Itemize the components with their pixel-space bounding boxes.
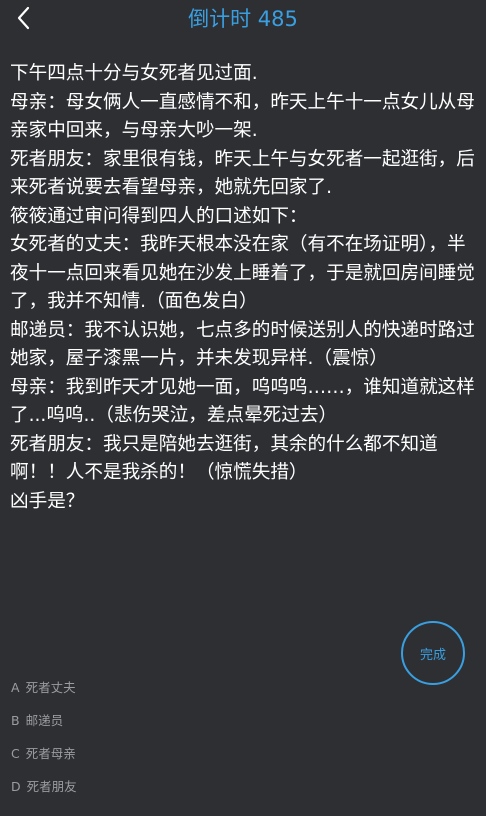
answer-options: A 死者丈夫 B 邮递员 C 死者母亲 D 死者朋友 bbox=[11, 676, 311, 808]
story-line: 死者朋友：家里很有钱，昨天上午与女死者一起逛街，后来死者说要去看望母亲，她就先回… bbox=[10, 148, 475, 199]
story-line: 筱筱通过审问得到四人的口述如下： bbox=[10, 205, 308, 227]
header: 倒计时 485 bbox=[0, 0, 486, 40]
page-title: 倒计时 485 bbox=[188, 7, 298, 31]
question-line: 凶手是？ bbox=[10, 490, 85, 512]
option-text: 死者朋友 bbox=[26, 779, 77, 794]
done-button[interactable]: 完成 bbox=[401, 621, 465, 685]
story-line: 母亲：我到昨天才见她一面，呜呜呜……，谁知道就这样了...呜呜..（悲伤哭泣，差… bbox=[10, 376, 475, 427]
option-letter: A bbox=[11, 680, 20, 695]
option-text: 死者丈夫 bbox=[25, 680, 76, 695]
story-line: 邮递员：我不认识她，七点多的时候送别人的快递时路过她家，屋子漆黑一片，并未发现异… bbox=[10, 319, 475, 370]
option-letter: D bbox=[11, 779, 21, 794]
story-line: 死者朋友：我只是陪她去逛街，其余的什么都不知道啊！！人不是我杀的！（惊慌失措） bbox=[10, 433, 438, 484]
story-line: 女死者的丈夫：我昨天根本没在家（有不在场证明），半夜十一点回来看见她在沙发上睡着… bbox=[10, 234, 475, 312]
story-text: 下午四点十分与女死者见过面. 母亲：母女俩人一直感情不和，昨天上午十一点女儿从母… bbox=[10, 60, 476, 516]
option-letter: C bbox=[11, 746, 20, 761]
option-c[interactable]: C 死者母亲 bbox=[11, 742, 311, 775]
option-letter: B bbox=[11, 713, 20, 728]
option-text: 死者母亲 bbox=[25, 746, 76, 761]
story-line: 母亲：母女俩人一直感情不和，昨天上午十一点女儿从母亲家中回来，与母亲大吵一架. bbox=[10, 91, 475, 142]
option-b[interactable]: B 邮递员 bbox=[11, 709, 311, 742]
option-d[interactable]: D 死者朋友 bbox=[11, 775, 311, 808]
story-line: 下午四点十分与女死者见过面. bbox=[10, 63, 258, 84]
option-a[interactable]: A 死者丈夫 bbox=[11, 676, 311, 709]
option-text: 邮递员 bbox=[25, 713, 64, 728]
